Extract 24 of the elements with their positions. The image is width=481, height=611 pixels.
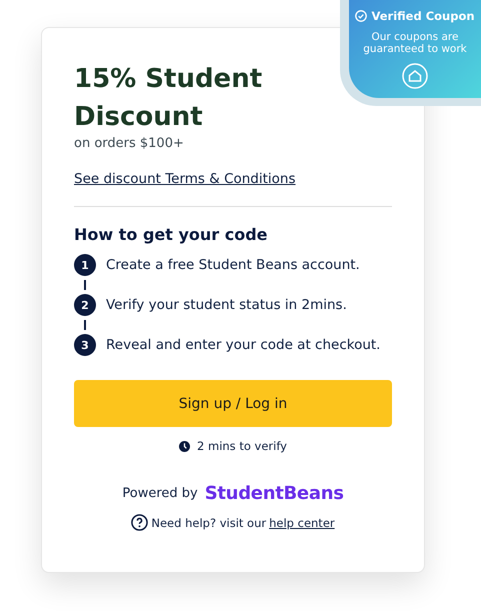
step-text: Verify your student status in 2mins.: [106, 297, 347, 313]
steps-heading: How to get your code: [74, 225, 269, 244]
step-number: 3: [74, 334, 96, 356]
clock-icon: [179, 440, 190, 452]
terms-link[interactable]: See discount Terms & Conditions: [74, 171, 296, 187]
help-text: Need help? visit our: [151, 516, 266, 530]
step-connector: [84, 280, 86, 290]
check-icon: [355, 10, 368, 22]
step-text: Reveal and enter your code at checkout.: [106, 337, 380, 353]
offer-subtitle: on orders $100+: [74, 136, 185, 151]
help-icon: [131, 514, 148, 531]
badge-title: Verified Coupon: [371, 9, 475, 23]
sign-up-button[interactable]: Sign up / Log in: [74, 380, 392, 427]
verify-note: 2 mins to verify: [197, 439, 287, 453]
step-connector: [84, 320, 86, 330]
offer-title: 15% Student Discount: [74, 63, 264, 134]
step-text: Create a free Student Beans account.: [106, 257, 360, 273]
badge-text: Our coupons are guaranteed to work: [362, 31, 468, 55]
step-number: 1: [74, 254, 96, 276]
brand-logo: StudentBeans: [204, 483, 344, 504]
help-center-link[interactable]: help center: [269, 516, 335, 530]
house-icon: [402, 63, 428, 89]
step-number: 2: [74, 294, 96, 316]
powered-by-label: Powered by: [122, 486, 198, 501]
